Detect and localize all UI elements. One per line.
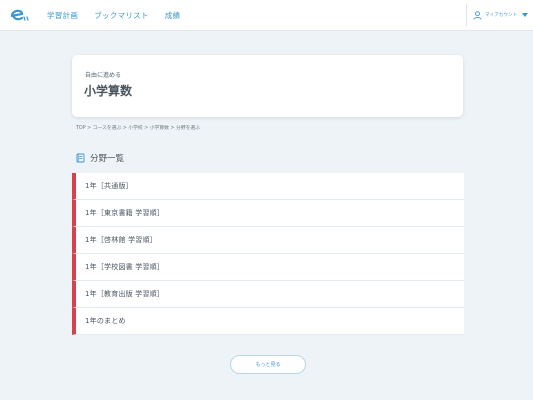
e-logo-icon[interactable] (9, 6, 31, 24)
show-more-button[interactable]: もっと見る (230, 355, 306, 374)
list-item[interactable]: 1年［東京書籍 学習順］ (72, 200, 464, 227)
course-subtitle: 自由に進める (85, 72, 122, 79)
breadcrumb[interactable]: TOP > コースを選ぶ > 小学校 > 小学算数 > 分野を選ぶ (76, 124, 200, 131)
list-item[interactable]: 1年［啓林館 学習順］ (72, 227, 464, 254)
account-menu[interactable]: マイアカウント (466, 4, 533, 26)
book-icon (76, 153, 85, 163)
top-header: 学習計画 ブックマリスト 成績 マイアカウント (0, 0, 533, 31)
list-item-label: 1年［東京書籍 学習順］ (85, 209, 165, 217)
list-item-label: 1年［共通版］ (85, 182, 133, 190)
person-icon (473, 10, 482, 20)
main-nav: 学習計画 ブックマリスト 成績 (47, 0, 196, 31)
list-item[interactable]: 1年［学校図書 学習順］ (72, 254, 464, 281)
list-item-label: 1年［教育出版 学習順］ (85, 290, 165, 298)
list-item[interactable]: 1年のまとめ (72, 308, 464, 335)
section-header: 分野一覧 (76, 152, 124, 164)
list-item-label: 1年［啓林館 学習順］ (85, 236, 157, 244)
nav-bookmark-list[interactable]: ブックマリスト (94, 10, 149, 21)
section-title: 分野一覧 (90, 154, 125, 164)
field-list: 1年［共通版］ 1年［東京書籍 学習順］ 1年［啓林館 学習順］ 1年［学校図書… (72, 173, 464, 335)
show-more-label: もっと見る (255, 362, 281, 368)
account-label: マイアカウント (485, 13, 518, 18)
course-title: 小学算数 (84, 84, 133, 98)
nav-grades[interactable]: 成績 (165, 10, 181, 21)
list-item-label: 1年のまとめ (85, 317, 126, 325)
nav-study-plan[interactable]: 学習計画 (47, 10, 78, 21)
list-item-label: 1年［学校図書 学習順］ (85, 263, 165, 271)
list-item[interactable]: 1年［教育出版 学習順］ (72, 281, 464, 308)
list-item[interactable]: 1年［共通版］ (72, 173, 464, 200)
chevron-down-icon (522, 13, 529, 17)
course-title-card: 自由に進める 小学算数 (72, 55, 463, 117)
